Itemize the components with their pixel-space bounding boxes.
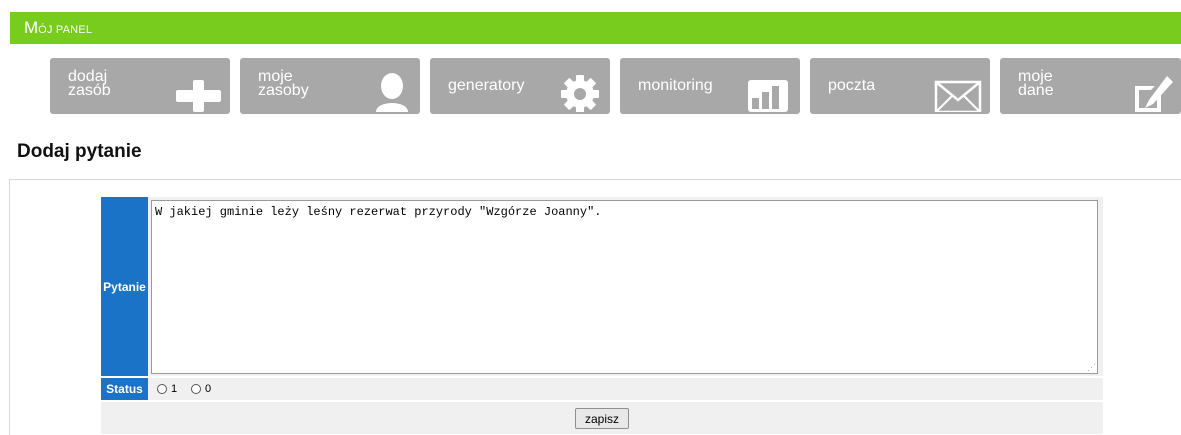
page-title: Dodaj pytanie — [17, 141, 142, 162]
status-option-0-label: 0 — [205, 383, 212, 395]
button-row: zapisz — [101, 402, 1103, 434]
nav-generators-button[interactable]: generatory — [430, 58, 610, 114]
nav-my-resources-label: moje zasoby — [258, 68, 309, 99]
nav-generators-label: generatory — [448, 77, 525, 94]
panel-header-bar: MÓJ PANEL — [10, 12, 1181, 44]
nav-mail-button[interactable]: poczta — [810, 58, 990, 114]
nav-my-data-button[interactable]: moje dane — [1000, 58, 1181, 114]
nav-add-resource-label: dodaj zasób — [68, 68, 111, 99]
bar-chart-icon — [748, 80, 788, 112]
status-cell: 1 0 — [148, 378, 1103, 400]
user-icon — [376, 73, 408, 112]
status-radio-1[interactable] — [157, 384, 167, 394]
nav-mail-label: poczta — [828, 77, 876, 94]
nav-monitoring-button[interactable]: monitoring — [620, 58, 800, 114]
status-option-1-label: 1 — [171, 383, 178, 395]
gear-icon — [561, 75, 599, 112]
question-textarea[interactable]: W jakiej gminie leży leśny rezerwat przy… — [151, 200, 1098, 374]
nav-my-data-label: moje dane — [1018, 68, 1054, 99]
panel-title: MÓJ PANEL — [24, 18, 93, 37]
nav-monitoring-label: monitoring — [638, 77, 713, 94]
edit-icon — [1135, 76, 1173, 112]
plus-icon — [176, 80, 221, 112]
nav-my-resources-button[interactable]: moje zasoby — [240, 58, 420, 114]
nav-add-resource-button[interactable]: dodaj zasób — [50, 58, 230, 114]
envelope-icon — [934, 80, 982, 112]
status-label: Status — [101, 378, 148, 400]
resize-grip-icon[interactable]: ⋰ — [1087, 363, 1096, 372]
question-label: Pytanie — [101, 197, 148, 376]
save-button[interactable]: zapisz — [575, 408, 629, 429]
status-radio-0[interactable] — [191, 384, 201, 394]
